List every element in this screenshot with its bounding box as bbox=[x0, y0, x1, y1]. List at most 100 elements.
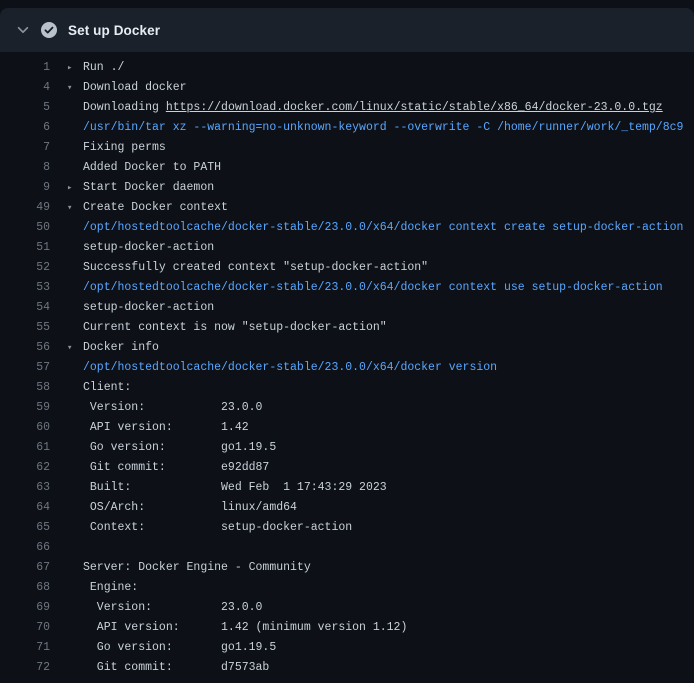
log-group-header[interactable]: 49 ▾Create Docker context bbox=[0, 198, 694, 218]
log-line: 69 Version: 23.0.0 bbox=[0, 598, 694, 618]
line-number[interactable]: 8 bbox=[0, 158, 50, 178]
line-number[interactable]: 63 bbox=[0, 478, 50, 498]
line-number[interactable]: 58 bbox=[0, 378, 50, 398]
line-number[interactable]: 65 bbox=[0, 518, 50, 538]
line-number[interactable]: 55 bbox=[0, 318, 50, 338]
line-content: /opt/hostedtoolcache/docker-stable/23.0.… bbox=[66, 218, 694, 238]
log-line: 8 Added Docker to PATH bbox=[0, 158, 694, 178]
log-line: 57/opt/hostedtoolcache/docker-stable/23.… bbox=[0, 358, 694, 378]
log-group-header[interactable]: 56▾Docker info bbox=[0, 338, 694, 358]
step-success-check-icon bbox=[41, 22, 57, 38]
line-content: Git commit: d7573ab bbox=[66, 658, 694, 678]
log-line: 71 Go version: go1.19.5 bbox=[0, 638, 694, 658]
line-number[interactable]: 5 bbox=[0, 98, 50, 118]
line-content: Go version: go1.19.5 bbox=[66, 638, 694, 658]
line-content: Engine: bbox=[66, 578, 694, 598]
line-number[interactable]: 53 bbox=[0, 278, 50, 298]
line-number[interactable]: 56 bbox=[0, 338, 50, 358]
line-content: ▾Create Docker context bbox=[66, 198, 694, 218]
line-number[interactable]: 72 bbox=[0, 658, 50, 678]
log-text: Added Docker to PATH bbox=[83, 161, 221, 174]
log-line: 68 Engine: bbox=[0, 578, 694, 598]
line-number[interactable]: 6 bbox=[0, 118, 50, 138]
line-number[interactable]: 9 bbox=[0, 178, 50, 198]
log-text: API version: 1.42 bbox=[83, 421, 249, 434]
line-content: Version: 23.0.0 bbox=[66, 398, 694, 418]
line-content: Fixing perms bbox=[66, 138, 694, 158]
line-content: Go version: go1.19.5 bbox=[66, 438, 694, 458]
log-text: Server: Docker Engine - Community bbox=[83, 561, 311, 574]
download-url-link[interactable]: https://download.docker.com/linux/static… bbox=[166, 101, 663, 114]
line-content: Added Docker to PATH bbox=[66, 158, 694, 178]
line-number[interactable]: 68 bbox=[0, 578, 50, 598]
log-line: 58 Client: bbox=[0, 378, 694, 398]
line-content: Version: 23.0.0 bbox=[66, 598, 694, 618]
group-title: Download docker bbox=[83, 81, 187, 94]
log-line: 62 Git commit: e92dd87 bbox=[0, 458, 694, 478]
group-expanded-arrow-icon: ▾ bbox=[67, 338, 81, 358]
log-line: 59 Version: 23.0.0 bbox=[0, 398, 694, 418]
line-number[interactable]: 54 bbox=[0, 298, 50, 318]
log-text: Git commit: d7573ab bbox=[83, 661, 269, 674]
log-text: setup-docker-action bbox=[83, 301, 214, 314]
line-number[interactable]: 7 bbox=[0, 138, 50, 158]
line-number[interactable]: 52 bbox=[0, 258, 50, 278]
log-line: 66 bbox=[0, 538, 694, 558]
line-content bbox=[66, 538, 694, 558]
line-number[interactable]: 70 bbox=[0, 618, 50, 638]
log-text: Built: Wed Feb 1 17:43:29 2023 bbox=[83, 481, 387, 494]
line-number[interactable]: 4 bbox=[0, 78, 50, 98]
line-number[interactable]: 60 bbox=[0, 418, 50, 438]
line-content: Git commit: e92dd87 bbox=[66, 458, 694, 478]
line-content: OS/Arch: linux/amd64 bbox=[66, 498, 694, 518]
group-expanded-arrow-icon: ▾ bbox=[67, 198, 81, 218]
log-line: 51setup-docker-action bbox=[0, 238, 694, 258]
line-content: API version: 1.42 (minimum version 1.12) bbox=[66, 618, 694, 638]
log-text: Version: 23.0.0 bbox=[83, 401, 262, 414]
step-header[interactable]: Set up Docker bbox=[0, 8, 694, 52]
line-number[interactable]: 1 bbox=[0, 58, 50, 78]
line-number[interactable]: 57 bbox=[0, 358, 50, 378]
line-number[interactable]: 71 bbox=[0, 638, 50, 658]
command-text: /opt/hostedtoolcache/docker-stable/23.0.… bbox=[83, 221, 683, 234]
command-text: /opt/hostedtoolcache/docker-stable/23.0.… bbox=[83, 281, 663, 294]
line-number[interactable]: 49 bbox=[0, 198, 50, 218]
line-number[interactable]: 67 bbox=[0, 558, 50, 578]
log-line: 54 setup-docker-action bbox=[0, 298, 694, 318]
line-number[interactable]: 66 bbox=[0, 538, 50, 558]
log-text: Git commit: e92dd87 bbox=[83, 461, 269, 474]
log-line: 60 API version: 1.42 bbox=[0, 418, 694, 438]
line-content: Client: bbox=[66, 378, 694, 398]
line-number[interactable]: 61 bbox=[0, 438, 50, 458]
chevron-down-icon[interactable] bbox=[16, 23, 30, 37]
log-line: 63 Built: Wed Feb 1 17:43:29 2023 bbox=[0, 478, 694, 498]
log-group-header[interactable]: 4 ▾Download docker bbox=[0, 78, 694, 98]
line-number[interactable]: 59 bbox=[0, 398, 50, 418]
line-number[interactable]: 69 bbox=[0, 598, 50, 618]
log-line: 61 Go version: go1.19.5 bbox=[0, 438, 694, 458]
line-content: ▸Run ./ bbox=[66, 58, 694, 78]
log-line: 72 Git commit: d7573ab bbox=[0, 658, 694, 678]
log-group-header[interactable]: 9▸Start Docker daemon bbox=[0, 178, 694, 198]
log-text: Successfully created context "setup-dock… bbox=[83, 261, 428, 274]
line-content: setup-docker-action bbox=[66, 298, 694, 318]
group-title: Start Docker daemon bbox=[83, 181, 214, 194]
line-content: Context: setup-docker-action bbox=[66, 518, 694, 538]
line-content: /opt/hostedtoolcache/docker-stable/23.0.… bbox=[66, 278, 694, 298]
line-content: Downloading https://download.docker.com/… bbox=[66, 98, 694, 118]
log-line: 55Current context is now "setup-docker-a… bbox=[0, 318, 694, 338]
log-text: Go version: go1.19.5 bbox=[83, 441, 276, 454]
line-number[interactable]: 62 bbox=[0, 458, 50, 478]
log-text: Fixing perms bbox=[83, 141, 166, 154]
log-lines: 1▸Run ./4▾Download docker5Downloading ht… bbox=[0, 52, 694, 678]
group-expanded-arrow-icon: ▾ bbox=[67, 78, 81, 98]
log-text: API version: 1.42 (minimum version 1.12) bbox=[83, 621, 407, 634]
log-group-header[interactable]: 1 ▸Run ./ bbox=[0, 58, 694, 78]
log-text: Client: bbox=[83, 381, 131, 394]
log-line: 7 Fixing perms bbox=[0, 138, 694, 158]
log-line: 50/opt/hostedtoolcache/docker-stable/23.… bbox=[0, 218, 694, 238]
line-number[interactable]: 50 bbox=[0, 218, 50, 238]
line-content: ▾Download docker bbox=[66, 78, 694, 98]
line-number[interactable]: 64 bbox=[0, 498, 50, 518]
line-number[interactable]: 51 bbox=[0, 238, 50, 258]
